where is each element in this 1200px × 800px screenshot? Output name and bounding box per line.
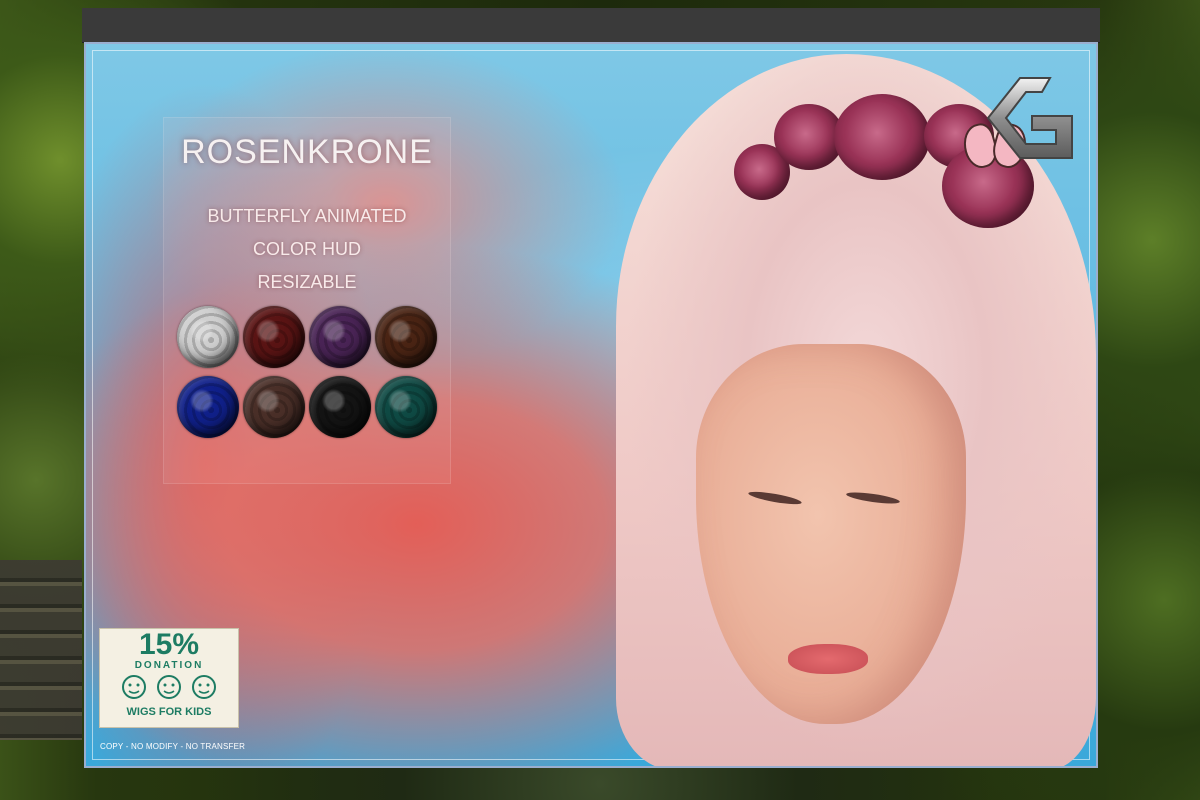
feature-list: BUTTERFLY ANIMATED COLOR HUD RESIZABLE — [164, 200, 450, 299]
color-swatch — [309, 306, 371, 368]
feature-item: BUTTERFLY ANIMATED — [207, 206, 407, 226]
color-swatch — [243, 306, 305, 368]
feature-item: COLOR HUD — [252, 239, 361, 259]
color-swatch — [177, 376, 239, 438]
product-title: ROSENKRONE — [181, 133, 433, 171]
sign-frame-top — [82, 8, 1100, 43]
feature-item: RESIZABLE — [257, 272, 357, 292]
book-stack — [0, 560, 82, 740]
brand-logo-icon — [986, 77, 1073, 159]
permissions-text: COPY - NO MODIFY - NO TRANSFER — [100, 742, 246, 751]
eye — [747, 489, 803, 507]
color-swatch — [177, 306, 239, 368]
rose — [834, 94, 930, 180]
color-swatch — [375, 306, 437, 368]
eye — [845, 490, 901, 506]
donation-label: DONATION — [134, 660, 204, 671]
kids-faces-icon — [122, 675, 216, 699]
color-swatch — [243, 376, 305, 438]
lips — [788, 644, 868, 674]
vendor-sign[interactable]: ROSENKRONE BUTTERFLY ANIMATED COLOR HUD … — [84, 42, 1098, 768]
donation-percent: 15% — [138, 628, 200, 661]
color-swatch — [375, 376, 437, 438]
color-swatch-grid — [177, 306, 439, 438]
donation-organization: WIGS FOR KIDS — [126, 706, 212, 718]
color-swatch — [309, 376, 371, 438]
product-info-panel: ROSENKRONE BUTTERFLY ANIMATED COLOR HUD … — [163, 117, 451, 484]
donation-badge: 15% DONATION WIGS FOR KIDS — [99, 628, 239, 728]
